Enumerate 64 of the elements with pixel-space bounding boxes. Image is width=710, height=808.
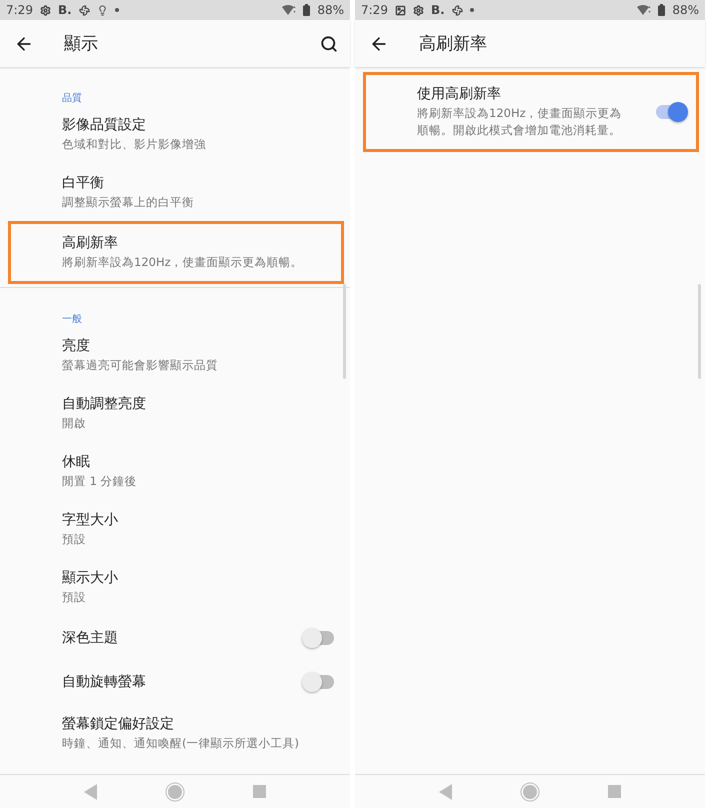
highlighted-setting-item[interactable]: 高刷新率 將刷新率設為120Hz，使畫面顯示更為順暢。 xyxy=(8,221,344,284)
recents-icon[interactable] xyxy=(253,785,266,798)
setting-title: 亮度 xyxy=(62,336,91,354)
gear-icon xyxy=(412,4,424,16)
setting-title: 字型大小 xyxy=(62,510,119,528)
setting-item[interactable]: 字型大小 預設 xyxy=(0,500,350,558)
status-time: 7:29 xyxy=(6,3,33,17)
setting-summary: 螢幕過亮可能會影響顯示品質 xyxy=(62,356,219,374)
setting-item[interactable]: 白平衡 調整顯示螢幕上的白平衡 xyxy=(0,163,350,221)
screen-title: 顯示 xyxy=(64,33,99,55)
setting-item[interactable]: 自動旋轉螢幕 xyxy=(0,660,350,704)
setting-summary: 閒置 1 分鐘後 xyxy=(62,472,138,490)
fan-icon xyxy=(78,4,90,16)
gear-icon xyxy=(40,4,51,16)
setting-title: 白平衡 xyxy=(62,174,105,192)
lightbulb-icon xyxy=(96,4,108,16)
setting-title: 螢幕鎖定偏好設定 xyxy=(62,714,175,732)
setting-item[interactable]: 螢幕鎖定偏好設定 時鐘、通知、通知喚醒(一律顯示所選小工具) xyxy=(0,704,350,762)
search-icon[interactable] xyxy=(320,34,338,52)
setting-summary: 調整顯示螢幕上的白平衡 xyxy=(62,194,195,210)
setting-title: 顯示大小 xyxy=(62,568,119,586)
setting-item[interactable]: 亮度 螢幕過亮可能會影響顯示品質 xyxy=(0,326,350,384)
setting-summary: 色域和對比、影片影像增強 xyxy=(62,136,207,152)
wifi-icon xyxy=(637,5,652,15)
dot-icon xyxy=(114,8,119,12)
toggle-switch[interactable] xyxy=(304,675,334,689)
battery-icon xyxy=(303,4,310,16)
home-icon[interactable] xyxy=(165,782,186,802)
setting-summary: 預設 xyxy=(62,530,87,548)
setting-title: 使用高刷新率 xyxy=(417,85,502,103)
highlighted-setting-item[interactable]: 使用高刷新率 將刷新率設為120Hz，使畫面顯示更為順暢。開啟此模式會增加電池消耗量。 xyxy=(363,72,699,152)
fan-icon xyxy=(452,4,463,16)
setting-item[interactable]: 深色主題 xyxy=(0,616,350,660)
setting-item[interactable]: 影像品質設定 色域和對比、影片影像增強 xyxy=(0,105,350,163)
toggle-switch[interactable] xyxy=(656,105,686,119)
setting-title: 自動旋轉螢幕 xyxy=(62,673,147,691)
category-header: 品質 xyxy=(62,93,82,104)
setting-summary: 將刷新率設為120Hz，使畫面顯示更為順暢。 xyxy=(62,254,304,271)
battery-level: 88% xyxy=(672,3,699,17)
setting-summary: 時鐘、通知、通知喚醒(一律顯示所選小工具) xyxy=(62,734,300,752)
home-icon[interactable] xyxy=(520,782,540,802)
status-text: B. xyxy=(430,3,445,17)
status-time: 7:29 xyxy=(361,3,388,17)
screen-title: 高刷新率 xyxy=(419,33,488,55)
setting-summary: 預設 xyxy=(62,588,87,606)
battery-level: 88% xyxy=(317,3,344,17)
setting-title: 自動調整亮度 xyxy=(62,394,147,412)
setting-item[interactable]: 自動調整亮度 開啟 xyxy=(0,384,350,442)
setting-title: 深色主題 xyxy=(62,629,119,647)
setting-summary: 開啟 xyxy=(62,414,87,432)
setting-title: 休眠 xyxy=(62,452,91,470)
image-icon xyxy=(394,4,406,16)
setting-item[interactable]: 顯示大小 預設 xyxy=(0,558,350,616)
status-text: B. xyxy=(58,3,72,17)
setting-title: 高刷新率 xyxy=(62,234,119,252)
toggle-switch[interactable] xyxy=(304,631,334,645)
battery-icon xyxy=(658,4,666,16)
setting-item[interactable]: 休眠 閒置 1 分鐘後 xyxy=(0,442,350,500)
setting-title: 影像品質設定 xyxy=(62,116,147,134)
recents-icon[interactable] xyxy=(608,785,622,798)
dot-icon xyxy=(470,8,474,12)
category-header: 一般 xyxy=(62,314,82,325)
setting-summary: 將刷新率設為120Hz，使畫面顯示更為順暢。開啟此模式會增加電池消耗量。 xyxy=(417,105,623,139)
wifi-icon xyxy=(282,5,296,15)
